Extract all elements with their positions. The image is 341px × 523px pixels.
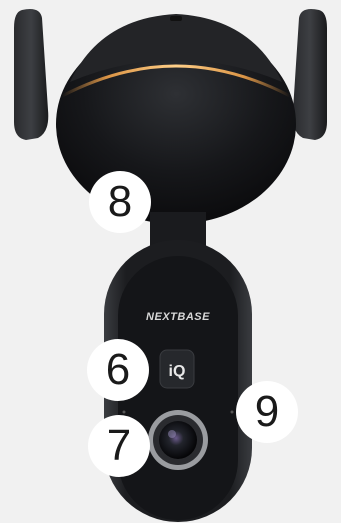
- sensor-dot: [122, 410, 126, 414]
- dome-slot: [170, 16, 182, 21]
- callout-9: 9: [236, 381, 298, 443]
- lens-highlight: [168, 430, 176, 438]
- iq-logo: iQ: [169, 363, 186, 380]
- sensor-dot: [230, 410, 234, 414]
- dash-cam-illustration: NEXTBASE iQ: [14, 9, 327, 522]
- lens-glass: [159, 421, 197, 459]
- callout-8: 8: [89, 171, 151, 233]
- callout-7: 7: [88, 415, 150, 477]
- callout-6: 6: [87, 339, 149, 401]
- right-mount-arm: [292, 9, 327, 140]
- brand-logo: NEXTBASE: [146, 311, 210, 323]
- product-diagram: NEXTBASE iQ 8 6 9 7: [0, 0, 341, 523]
- left-mount-arm: [14, 9, 49, 140]
